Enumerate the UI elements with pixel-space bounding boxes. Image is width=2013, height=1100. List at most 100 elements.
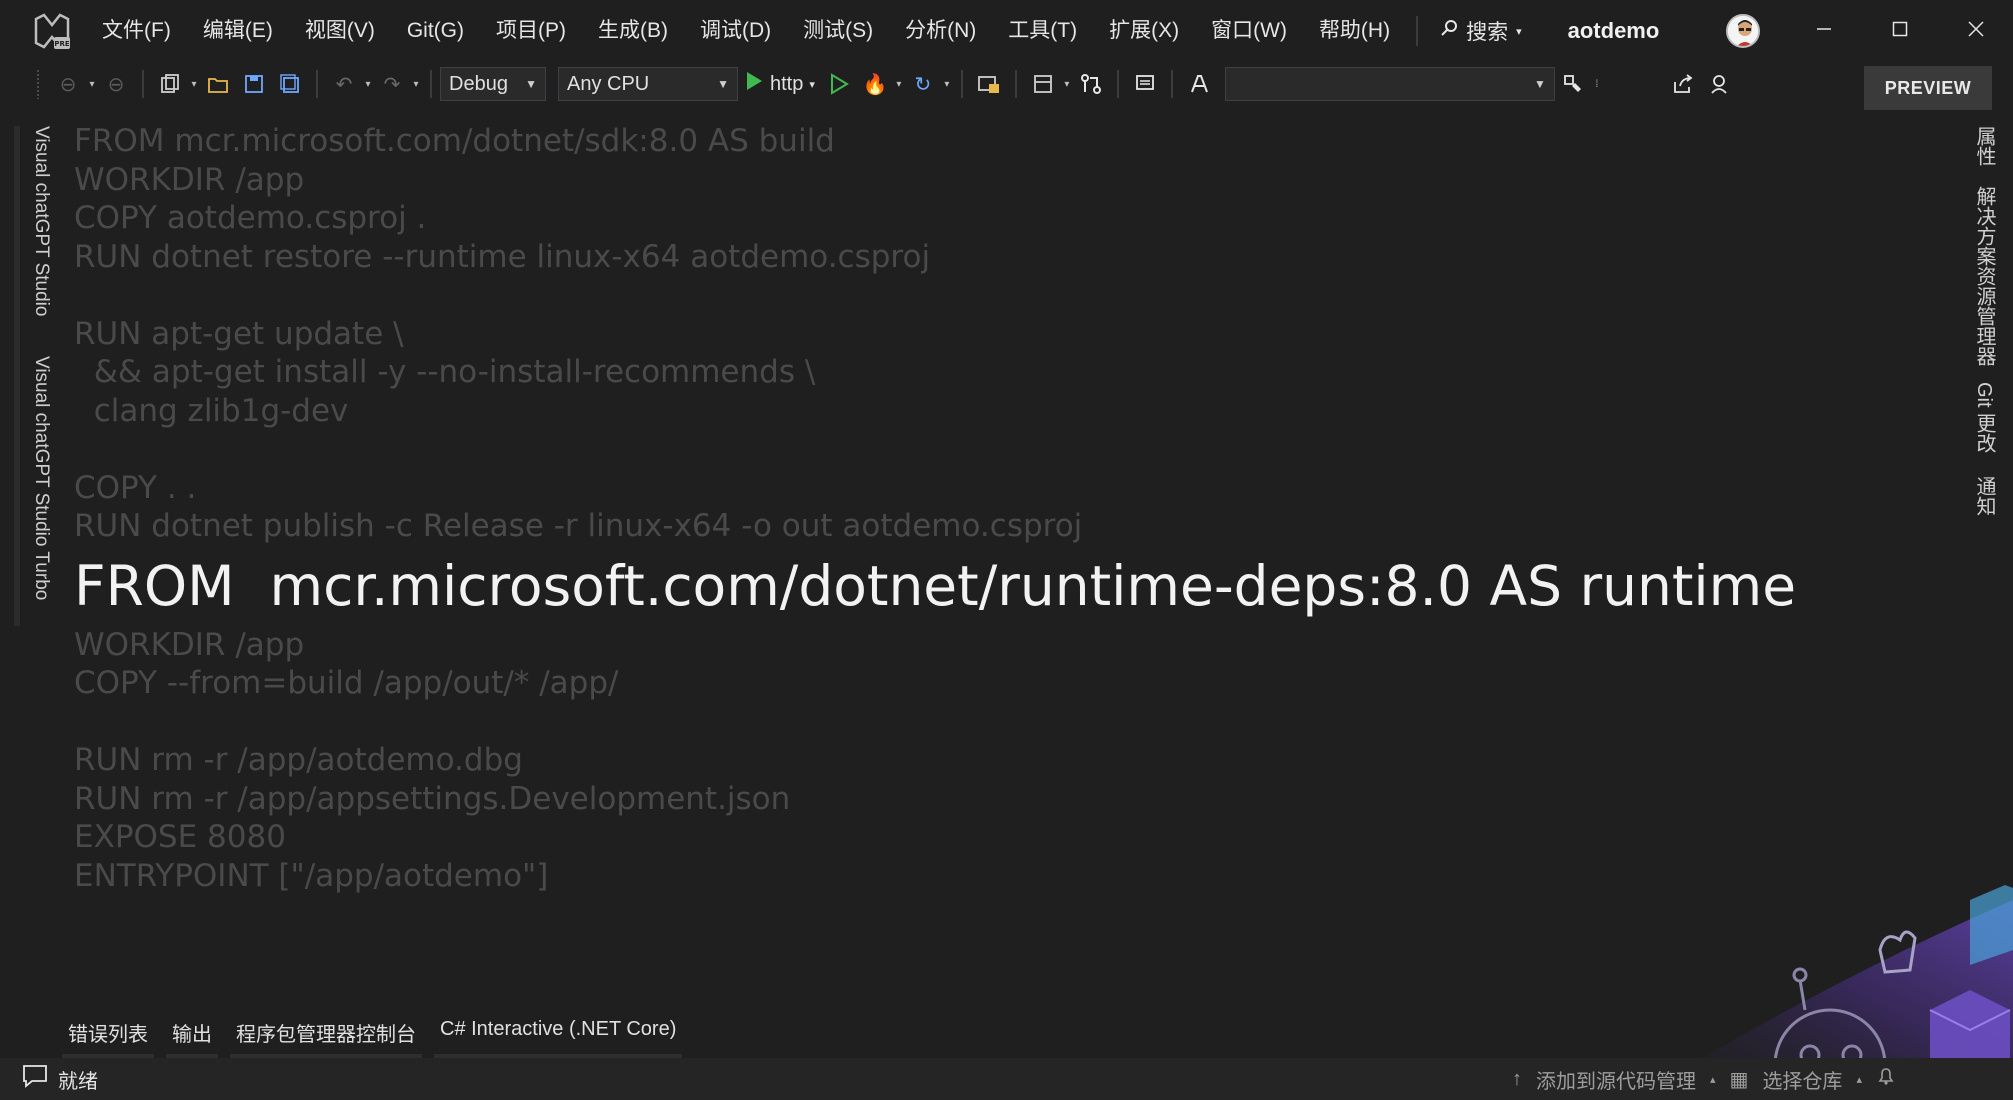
menu-item[interactable]: 生成(B) [582, 0, 684, 62]
toolbar-grip[interactable] [36, 69, 40, 99]
menu-item[interactable]: Git(G) [391, 0, 480, 62]
tab-error-list[interactable]: 错误列表 [62, 1012, 154, 1058]
toolbar-separator [960, 70, 963, 98]
visual-studio-logo-icon: PRE [32, 11, 72, 51]
notification-bubble-icon[interactable] [22, 1064, 48, 1094]
title-bar: PRE 文件(F) 编辑(E) 视图(V) Git(G) 项目(P) 生成(B) 调试(D)… [0, 0, 2013, 62]
configuration-select[interactable]: Debug ▼ [440, 67, 546, 101]
tab-git-changes[interactable]: Git 更改 [1970, 382, 1999, 453]
menu-item[interactable]: 工具(T) [992, 0, 1093, 62]
bell-icon[interactable] [1876, 1066, 1896, 1092]
code-line: WORKDIR /app [74, 626, 305, 663]
close-button[interactable] [1938, 0, 2013, 62]
chevron-down-icon[interactable]: ▾ [1061, 79, 1073, 90]
code-line: EXPOSE 8080 [74, 819, 286, 855]
git-compare-icon[interactable] [1076, 68, 1106, 100]
code-line: WORKDIR /app [74, 161, 305, 198]
toolbar-search-combo[interactable]: ▼ [1224, 67, 1555, 101]
code-line: COPY aotdemo.csproj . [74, 200, 427, 236]
status-ready-label: 就绪 [58, 1070, 98, 1093]
toolbar-overflow-icon[interactable]: ⁞ [1591, 79, 1603, 90]
new-project-icon[interactable] [155, 68, 185, 100]
svg-text:PRE: PRE [54, 40, 70, 48]
tab-visual-chatgpt-studio-turbo[interactable]: Visual chatGPT Studio Turbo [30, 356, 52, 600]
chevron-down-icon[interactable]: ▾ [893, 79, 905, 90]
left-tool-strip [14, 126, 20, 626]
chevron-down-icon[interactable]: ▾ [362, 79, 374, 90]
code-line: RUN apt-get update \ [74, 315, 404, 352]
status-right-group: ↑ 添加到源代码管理 ▴ ▦ 选择仓库 ▴ [1512, 1058, 1896, 1100]
tab-csharp-interactive[interactable]: C# Interactive (.NET Core) [434, 1012, 683, 1058]
format-icon[interactable] [1184, 68, 1214, 100]
live-share-icon[interactable] [1668, 68, 1698, 100]
save-icon[interactable] [239, 68, 269, 100]
redo-icon[interactable]: ↷ [377, 68, 407, 100]
chevron-down-icon[interactable]: ▾ [941, 79, 953, 90]
toolbar-separator [430, 70, 432, 98]
start-without-debugging-icon[interactable] [824, 68, 854, 100]
restart-icon[interactable]: ↻ [908, 68, 938, 100]
menu-item[interactable]: 项目(P) [480, 0, 582, 62]
navigate-forward-icon[interactable]: ⊖ [101, 68, 131, 100]
browser-link-icon[interactable] [974, 68, 1004, 100]
search-icon [1440, 19, 1458, 43]
tab-visual-chatgpt-studio[interactable]: Visual chatGPT Studio [30, 126, 52, 316]
code-editor[interactable]: FROM mcr.microsoft.com/dotnet/sdk:8.0 AS… [74, 122, 1796, 895]
code-line: RUN dotnet publish -c Release -r linux-x… [74, 508, 1083, 544]
standard-toolbar: ⊖ ▾ ⊖ ▾ ↶ ▾ ↷ ▾ Debug ▼ Any CPU ▼ http ▾… [0, 62, 2013, 106]
menu-item[interactable]: 帮助(H) [1303, 0, 1406, 62]
tab-notifications[interactable]: 通知 [1970, 476, 1999, 516]
open-folder-icon[interactable] [203, 68, 233, 100]
extension-settings-icon[interactable] [1558, 68, 1588, 100]
chevron-up-icon: ▴ [1710, 1073, 1716, 1086]
undo-icon[interactable]: ↶ [329, 68, 359, 100]
code-line: COPY . . [74, 469, 197, 506]
select-repository-button[interactable]: 选择仓库 [1762, 1065, 1842, 1094]
layout-icon[interactable] [1028, 68, 1058, 100]
search-label: 搜索 [1466, 21, 1509, 44]
menu-item[interactable]: 文件(F) [86, 0, 187, 62]
toolbar-separator [142, 70, 144, 98]
code-line: RUN rm -r /app/appsettings.Development.j… [74, 780, 791, 817]
tab-output[interactable]: 输出 [166, 1012, 218, 1058]
minimize-button[interactable] [1786, 0, 1862, 62]
comment-icon[interactable] [1130, 68, 1160, 100]
chevron-down-icon[interactable]: ▾ [188, 79, 200, 90]
add-to-source-control-button[interactable]: 添加到源代码管理 [1536, 1065, 1696, 1094]
bottom-panel-tabs: 错误列表 输出 程序包管理器控制台 C# Interactive (.NET C… [62, 1012, 694, 1058]
platform-value: Any CPU [567, 72, 650, 95]
chevron-down-icon[interactable]: ▾ [410, 79, 422, 90]
run-target-label: http [770, 72, 804, 95]
hot-reload-icon[interactable]: 🔥 [860, 68, 890, 100]
menu-item[interactable]: 分析(N) [889, 0, 992, 62]
start-debugging-button[interactable]: http ▾ [744, 70, 815, 98]
avatar[interactable] [1726, 14, 1760, 48]
code-line: clang zlib1g-dev [74, 392, 349, 429]
chevron-up-icon: ▴ [1856, 1073, 1862, 1086]
code-line: ENTRYPOINT ["/app/aotdemo"] [74, 857, 549, 894]
navigate-back-icon[interactable]: ⊖ [53, 68, 83, 100]
tab-solution-explorer[interactable]: 解决方案资源管理器 [1970, 186, 1999, 366]
chevron-down-icon: ▾ [1516, 25, 1522, 38]
save-all-icon[interactable] [275, 68, 305, 100]
search-button[interactable]: 搜索 ▾ [1428, 16, 1534, 46]
menu-item[interactable]: 窗口(W) [1195, 0, 1303, 62]
menu-item[interactable]: 编辑(E) [187, 0, 289, 62]
toolbar-separator [1170, 70, 1173, 98]
chevron-down-icon[interactable]: ▾ [86, 79, 98, 90]
tab-package-manager-console[interactable]: 程序包管理器控制台 [230, 1012, 422, 1058]
platform-select[interactable]: Any CPU ▼ [558, 67, 738, 101]
menu-item[interactable]: 视图(V) [289, 0, 391, 62]
menu-item[interactable]: 扩展(X) [1093, 0, 1195, 62]
menu-item[interactable]: 测试(S) [787, 0, 889, 62]
preview-button[interactable]: PREVIEW [1864, 66, 1992, 110]
feedback-icon[interactable] [1704, 68, 1734, 100]
maximize-button[interactable] [1862, 0, 1938, 62]
tab-properties[interactable]: 属性 [1970, 126, 1999, 166]
status-bar: 就绪 ↑ 添加到源代码管理 ▴ ▦ 选择仓库 ▴ [0, 1058, 2013, 1100]
menu-item[interactable]: 调试(D) [684, 0, 787, 62]
chevron-down-icon: ▾ [809, 78, 815, 91]
